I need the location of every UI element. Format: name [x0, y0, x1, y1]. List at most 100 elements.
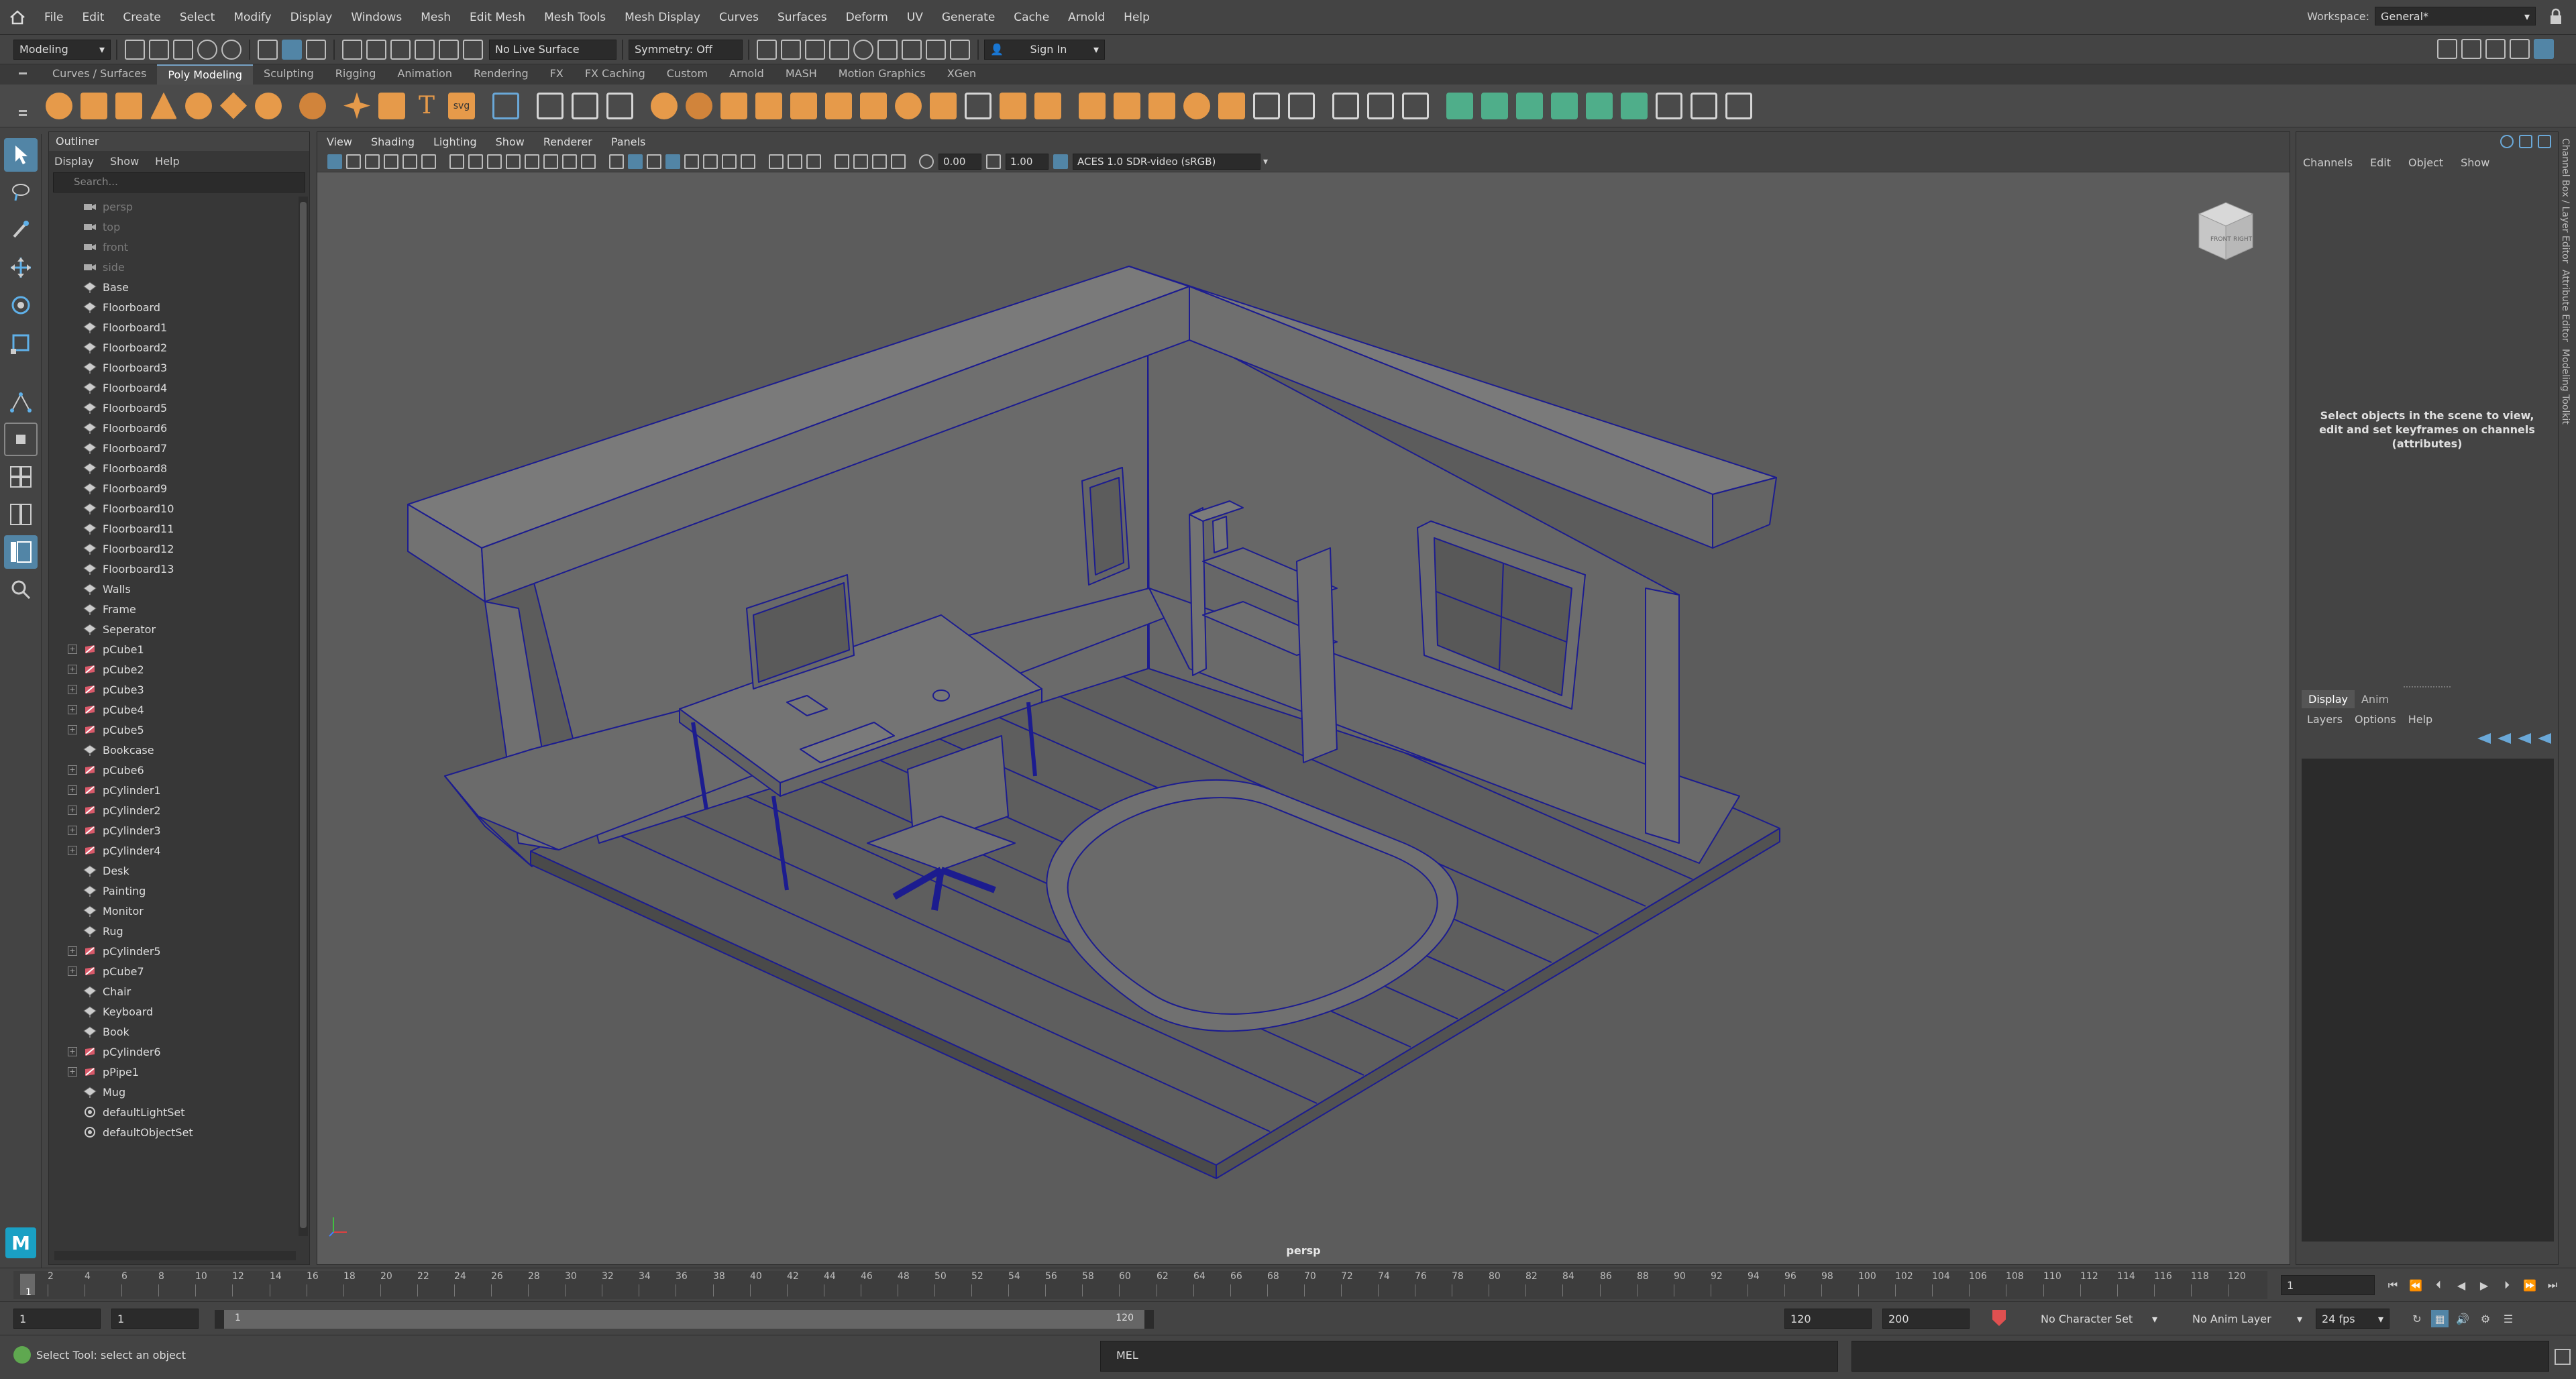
menu-deform[interactable]: Deform [837, 11, 898, 24]
bookcase-side[interactable] [1189, 507, 1207, 676]
sign-in-button[interactable]: 👤 Sign In ▾ [984, 39, 1105, 60]
animation-end-field[interactable]: 200 [1882, 1309, 1970, 1329]
layer-menu-layers[interactable]: Layers [2307, 713, 2343, 726]
pillar-right[interactable] [1645, 588, 1680, 844]
outliner-item[interactable]: Floorboard6 [49, 418, 297, 438]
render-icon[interactable] [757, 39, 777, 60]
channel-box-settings-icon[interactable] [2500, 135, 2514, 148]
layer-list[interactable] [2302, 759, 2554, 1242]
shelf-tab-arnold[interactable]: Arnold [718, 64, 775, 85]
extract-icon[interactable] [1253, 92, 1280, 119]
shelf-tab-custom[interactable]: Custom [656, 64, 718, 85]
exposure-icon[interactable] [919, 154, 934, 169]
layer-menu-help[interactable]: Help [2408, 713, 2432, 726]
viewport-menu-shading[interactable]: Shading [362, 133, 424, 151]
image-plane-icon[interactable] [384, 154, 398, 169]
expand-toggle-icon[interactable]: + [68, 967, 77, 976]
circularize-icon[interactable] [1148, 92, 1175, 119]
mel-label[interactable]: MEL [1116, 1349, 1138, 1362]
save-scene-icon[interactable] [173, 39, 193, 60]
outliner-item[interactable]: + pCube6 [49, 760, 297, 780]
redo-icon[interactable] [221, 39, 241, 60]
outliner-item[interactable]: Floorboard8 [49, 458, 297, 478]
cylindrical-map-icon[interactable] [1516, 92, 1543, 119]
safe-title-icon[interactable] [581, 154, 596, 169]
rotate-tool-icon[interactable] [4, 288, 38, 322]
soften-edge-icon[interactable] [1725, 92, 1752, 119]
new-empty-layer-icon[interactable] [2518, 733, 2531, 744]
outliner-item[interactable]: + pCube3 [49, 679, 297, 700]
shelf-options-icon[interactable] [16, 70, 30, 123]
viewport-menu-view[interactable]: View [317, 133, 362, 151]
extrude-icon[interactable] [720, 92, 747, 119]
bevel-icon[interactable] [790, 92, 817, 119]
new-layer-selected-icon[interactable] [2538, 733, 2551, 744]
target-weld-icon[interactable] [1402, 92, 1429, 119]
side-tab-channel-box-layer-editor[interactable]: Channel Box / Layer Editor [2560, 138, 2571, 263]
depth-of-field-icon[interactable] [806, 154, 821, 169]
menu-cache[interactable]: Cache [1004, 11, 1059, 24]
auto-key-icon[interactable] [1992, 1310, 2006, 1326]
poly-plane-icon[interactable] [220, 92, 247, 119]
motion-blur-icon[interactable] [769, 154, 784, 169]
2d-pan-zoom-icon[interactable] [402, 154, 417, 169]
menu-mesh[interactable]: Mesh [411, 11, 460, 24]
select-component-icon[interactable] [306, 39, 326, 60]
outliner-item[interactable]: + pCylinder2 [49, 800, 297, 820]
xray-joints-icon[interactable] [872, 154, 887, 169]
mirror-icon[interactable] [686, 92, 712, 119]
mesh-grid-icon[interactable] [492, 92, 519, 119]
loop-icon[interactable]: ↻ [2408, 1310, 2426, 1327]
cached-playback-icon[interactable]: ▦ [2431, 1310, 2449, 1327]
combine-icon[interactable] [537, 92, 564, 119]
menu-arnold[interactable]: Arnold [1059, 11, 1114, 24]
home-icon[interactable] [0, 0, 35, 35]
platonic-solid-icon[interactable] [299, 92, 326, 119]
separate-icon[interactable] [572, 92, 598, 119]
shelf-tab-xgen[interactable]: XGen [936, 64, 987, 85]
snap-view-plane-icon[interactable] [415, 39, 435, 60]
move-layer-down-icon[interactable] [2498, 733, 2511, 744]
lights-icon[interactable] [703, 154, 718, 169]
snap-together-icon[interactable] [3, 423, 38, 456]
3d-scene[interactable] [317, 172, 2291, 1266]
lasso-tool-icon[interactable] [4, 176, 38, 209]
range-bar-fill[interactable] [224, 1310, 1144, 1329]
type-tool-icon[interactable]: T [413, 92, 440, 119]
outliner-item[interactable]: Floorboard11 [49, 518, 297, 539]
auto-map-icon[interactable] [1586, 92, 1613, 119]
select-object-icon[interactable] [282, 39, 302, 60]
collapse-icon[interactable] [930, 92, 957, 119]
bookcase-panel[interactable] [1296, 547, 1338, 763]
outliner-item[interactable]: Floorboard13 [49, 559, 297, 579]
arnold-play-icon[interactable] [926, 39, 946, 60]
multi-component-icon[interactable] [4, 385, 38, 419]
outliner-item[interactable]: Bookcase [49, 740, 297, 760]
shelf-tab-animation[interactable]: Animation [386, 64, 463, 85]
menu-display[interactable]: Display [281, 11, 342, 24]
snap-grid-icon[interactable] [342, 39, 362, 60]
gamma-field[interactable]: 1.00 [1006, 153, 1049, 170]
shelf-tab-sculpting[interactable]: Sculpting [253, 64, 325, 85]
wedge-icon[interactable] [1114, 92, 1140, 119]
outliner-item[interactable]: Book [49, 1022, 297, 1042]
xray-icon[interactable] [853, 154, 868, 169]
svg-tool-icon[interactable]: svg [448, 92, 475, 119]
poly-disc-icon[interactable] [255, 92, 282, 119]
expand-toggle-icon[interactable]: + [68, 1067, 77, 1077]
side-tab-modeling-toolkit[interactable]: Modeling Toolkit [2560, 349, 2571, 425]
tool-settings-icon[interactable] [2510, 39, 2530, 59]
snap-vertex-icon[interactable] [463, 39, 483, 60]
expand-toggle-icon[interactable]: + [68, 665, 77, 674]
smooth-icon[interactable] [606, 92, 633, 119]
menu-mesh-tools[interactable]: Mesh Tools [535, 11, 615, 24]
xray-components-icon[interactable] [891, 154, 906, 169]
outliner-item[interactable]: defaultObjectSet [49, 1122, 297, 1142]
outliner-item[interactable]: Floorboard1 [49, 317, 297, 337]
outliner-item[interactable]: Keyboard [49, 1001, 297, 1022]
grease-pencil-icon[interactable] [421, 154, 436, 169]
ipr-render-icon[interactable] [805, 39, 825, 60]
poly-cube-icon[interactable] [80, 92, 107, 119]
light-editor-icon[interactable] [902, 39, 922, 60]
shelf-tab-poly-modeling[interactable]: Poly Modeling [157, 64, 254, 85]
